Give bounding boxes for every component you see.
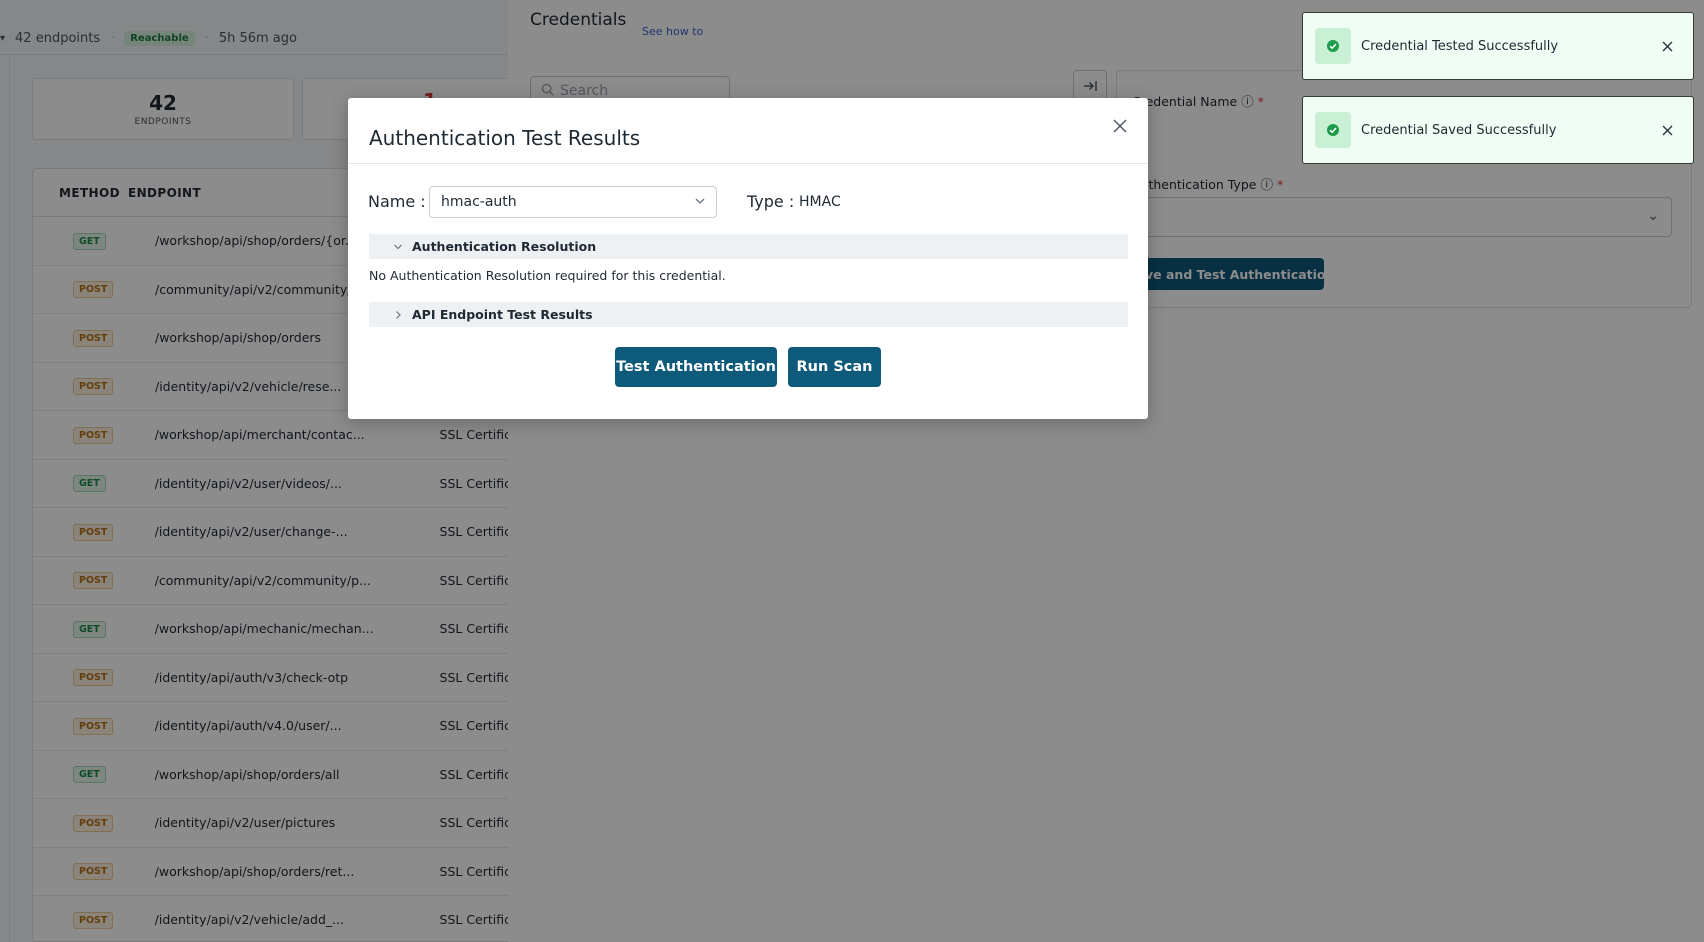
chevron-right-icon — [388, 310, 408, 320]
section-api-endpoint-test-results[interactable]: API Endpoint Test Results — [369, 302, 1128, 327]
close-icon — [1662, 41, 1672, 51]
modal-title: Authentication Test Results — [369, 126, 641, 150]
toast-message: Credential Tested Successfully — [1361, 38, 1559, 54]
chevron-down-icon — [388, 242, 408, 252]
close-modal-button[interactable] — [1108, 114, 1132, 138]
type-value: HMAC — [799, 194, 841, 210]
dismiss-toast-button[interactable] — [1657, 36, 1677, 56]
dismiss-toast-button[interactable] — [1657, 120, 1677, 140]
check-circle-icon — [1315, 28, 1351, 64]
credential-name-select[interactable]: hmac-auth — [429, 186, 717, 218]
toast-notification: Credential Saved Successfully — [1302, 96, 1694, 164]
selected-value: hmac-auth — [441, 194, 517, 210]
check-circle-icon — [1315, 112, 1351, 148]
toast-message: Credential Saved Successfully — [1361, 122, 1557, 138]
name-label: Name : — [368, 192, 426, 211]
resolution-message: No Authentication Resolution required fo… — [369, 268, 726, 283]
section-title: Authentication Resolution — [412, 239, 597, 254]
test-authentication-button[interactable]: Test Authentication — [615, 347, 777, 387]
divider — [348, 163, 1148, 164]
close-icon — [1113, 119, 1127, 133]
run-scan-button[interactable]: Run Scan — [788, 347, 881, 387]
auth-test-results-modal: Authentication Test Results Name : hmac-… — [348, 98, 1148, 419]
close-icon — [1662, 125, 1672, 135]
section-authentication-resolution[interactable]: Authentication Resolution — [369, 234, 1128, 259]
type-label: Type : — [747, 192, 795, 211]
chevron-down-icon — [694, 195, 706, 211]
toast-notification: Credential Tested Successfully — [1302, 12, 1694, 80]
section-title: API Endpoint Test Results — [412, 307, 593, 322]
